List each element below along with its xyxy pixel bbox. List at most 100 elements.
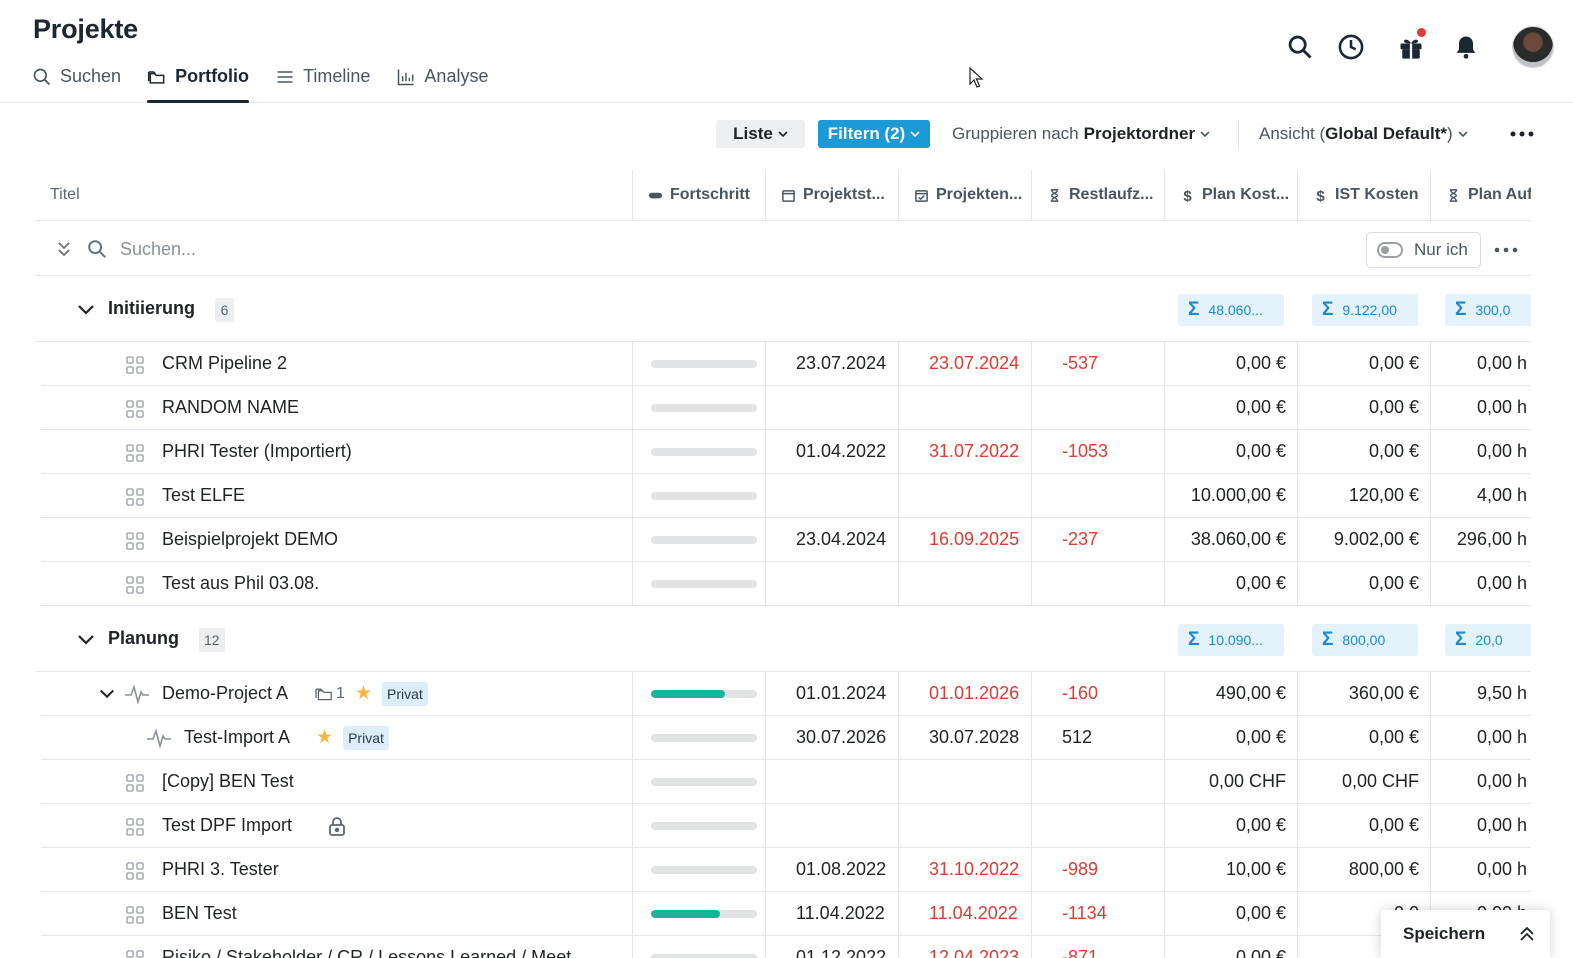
column-divider: [1164, 804, 1165, 848]
privat-badge: Privat: [343, 725, 389, 750]
table-row[interactable]: Beispielprojekt DEMO 23.04.2024 16.09.2025…: [41, 518, 1531, 562]
column-divider: [1164, 562, 1165, 606]
column-sum-badge: Σ 300,0: [1445, 294, 1531, 326]
group-by-dropdown[interactable]: Gruppieren nach Projektordner: [952, 124, 1210, 144]
project-title[interactable]: Test-Import A: [184, 727, 290, 748]
view-dropdown[interactable]: Ansicht (Global Default*): [1259, 124, 1468, 144]
drag-handle-icon[interactable]: [125, 817, 145, 837]
plan-costs-cell: 0,00 €: [1235, 573, 1286, 593]
project-title[interactable]: RANDOM NAME: [162, 397, 299, 418]
column-projektstart[interactable]: Projektst...: [781, 170, 901, 220]
star-icon[interactable]: ★: [355, 682, 372, 705]
progress-bar: [651, 690, 757, 698]
table-row[interactable]: RANDOM NAME 0,00 € 0,00 € 0,00 h: [41, 386, 1531, 430]
table-row[interactable]: Test-Import A ★ Privat 30.07.2026 30.07.2028…: [41, 716, 1531, 760]
actual-costs-cell: 0,00 €: [1368, 815, 1419, 835]
chevron-down-icon[interactable]: [76, 300, 96, 320]
column-divider: [1031, 386, 1032, 430]
toggle-switch[interactable]: [1377, 242, 1403, 258]
filter-button[interactable]: Filtern (2): [818, 120, 930, 148]
save-button[interactable]: Speichern: [1381, 910, 1550, 958]
tab-suchen[interactable]: Suchen: [32, 62, 121, 103]
column-plan-aufwand[interactable]: Plan Auf: [1446, 170, 1531, 220]
column-title[interactable]: Titel: [36, 170, 632, 220]
sigma-icon: Σ: [1188, 629, 1200, 650]
project-title[interactable]: Risiko / Stakeholder / CR / Lessons Lear…: [162, 947, 586, 958]
notifications-button[interactable]: [1449, 28, 1483, 66]
column-projektende[interactable]: Projekten...: [914, 170, 1034, 220]
table-row[interactable]: Demo-Project A 1 ★ Privat 01.01.2024 01.01.20…: [41, 672, 1531, 716]
whats-new-button[interactable]: [1394, 28, 1428, 66]
project-title[interactable]: Test ELFE: [162, 485, 245, 506]
column-sum-badge: Σ 48.060...: [1178, 294, 1284, 326]
drag-handle-icon[interactable]: [125, 905, 145, 925]
column-plan-kosten[interactable]: $ Plan Kost...: [1180, 170, 1300, 220]
column-divider: [765, 386, 766, 430]
star-icon[interactable]: ★: [316, 726, 333, 749]
gift-icon: [1400, 39, 1422, 59]
collapse-all-icon[interactable]: [54, 239, 74, 259]
table-row[interactable]: Test ELFE 10.000,00 € 120,00 € 4,00 h: [41, 474, 1531, 518]
drag-handle-icon[interactable]: [125, 487, 145, 507]
double-chevron-up-icon: [1520, 926, 1534, 941]
column-divider: [632, 672, 633, 716]
drag-handle-icon[interactable]: [125, 531, 145, 551]
only-me-toggle[interactable]: Nur ich: [1366, 232, 1481, 268]
drag-handle-icon[interactable]: [125, 399, 145, 419]
column-restlaufzeit[interactable]: Restlaufz...: [1047, 170, 1167, 220]
project-title[interactable]: PHRI Tester (Importiert): [162, 441, 352, 462]
column-divider: [1164, 716, 1165, 760]
project-title[interactable]: Demo-Project A: [162, 683, 288, 704]
tab-portfolio[interactable]: Portfolio: [147, 62, 250, 103]
table-row[interactable]: PHRI Tester (Importiert) 01.04.2022 31.07.…: [41, 430, 1531, 474]
project-title[interactable]: Beispielprojekt DEMO: [162, 529, 338, 550]
column-divider: [898, 562, 899, 606]
column-divider: [1297, 342, 1298, 386]
global-search-button[interactable]: [1283, 28, 1317, 66]
drag-handle-icon[interactable]: [125, 355, 145, 375]
tab-timeline[interactable]: Timeline: [275, 62, 370, 103]
more-options-button[interactable]: [1505, 120, 1539, 148]
privat-badge: Privat: [382, 681, 428, 706]
chevron-down-icon[interactable]: [76, 630, 96, 650]
table-row[interactable]: Test DPF Import 0,00 € 0,00 € 0,00 h: [41, 804, 1531, 848]
plan-effort-cell: 9,50 h: [1476, 683, 1527, 703]
top-header: Projekte Suchen Portfolio Timeline Analy…: [0, 0, 1573, 103]
table-row[interactable]: [Copy] BEN Test 0,00 CHF 0,00 CHF 0,00 h: [41, 760, 1531, 804]
calendar-check-icon: [915, 189, 928, 202]
project-title[interactable]: Test DPF Import: [162, 815, 292, 836]
drag-handle-icon[interactable]: [125, 773, 145, 793]
column-divider: [1164, 474, 1165, 518]
column-fortschritt[interactable]: Fortschritt: [648, 170, 768, 220]
project-title[interactable]: PHRI 3. Tester: [162, 859, 279, 880]
project-title-cell: Beispielprojekt DEMO: [162, 518, 338, 561]
plan-costs-cell: 490,00 €: [1215, 683, 1286, 703]
project-title[interactable]: Test aus Phil 03.08.: [162, 573, 319, 594]
project-title[interactable]: CRM Pipeline 2: [162, 353, 287, 374]
drag-handle-icon[interactable]: [125, 949, 145, 958]
table-row[interactable]: Risiko / Stakeholder / CR / Lessons Lear…: [41, 936, 1531, 958]
sigma-icon: Σ: [1455, 299, 1467, 320]
column-divider: [1164, 848, 1165, 892]
drag-handle-icon[interactable]: [125, 575, 145, 595]
table-row[interactable]: Test aus Phil 03.08. 0,00 € 0,00 € 0,00 h: [41, 562, 1531, 606]
tab-analyse[interactable]: Analyse: [396, 62, 488, 103]
user-avatar[interactable]: [1512, 26, 1554, 68]
project-title[interactable]: [Copy] BEN Test: [162, 771, 294, 792]
column-divider: [1430, 386, 1431, 430]
table-row[interactable]: CRM Pipeline 2 23.07.2024 23.07.2024 -537 0,…: [41, 342, 1531, 386]
column-ist-kosten[interactable]: $ IST Kosten: [1313, 170, 1433, 220]
bar-chart-icon: [398, 69, 414, 86]
start-date-cell: 23.04.2024: [796, 529, 887, 549]
grid-more-button[interactable]: [1491, 235, 1521, 265]
table-row[interactable]: PHRI 3. Tester 01.08.2022 31.10.2022 -989 10…: [41, 848, 1531, 892]
project-title[interactable]: BEN Test: [162, 903, 237, 924]
list-mode-dropdown[interactable]: Liste: [716, 120, 805, 148]
recent-button[interactable]: [1334, 28, 1368, 66]
drag-handle-icon[interactable]: [125, 443, 145, 463]
drag-handle-icon[interactable]: [125, 861, 145, 881]
grid-search-input[interactable]: [120, 233, 620, 265]
table-row[interactable]: BEN Test11.04.202211.04.2022-11340,00 €0…: [41, 892, 1531, 936]
chevron-down-icon[interactable]: [98, 685, 116, 703]
plan-costs-cell: 0,00 €: [1235, 815, 1286, 835]
